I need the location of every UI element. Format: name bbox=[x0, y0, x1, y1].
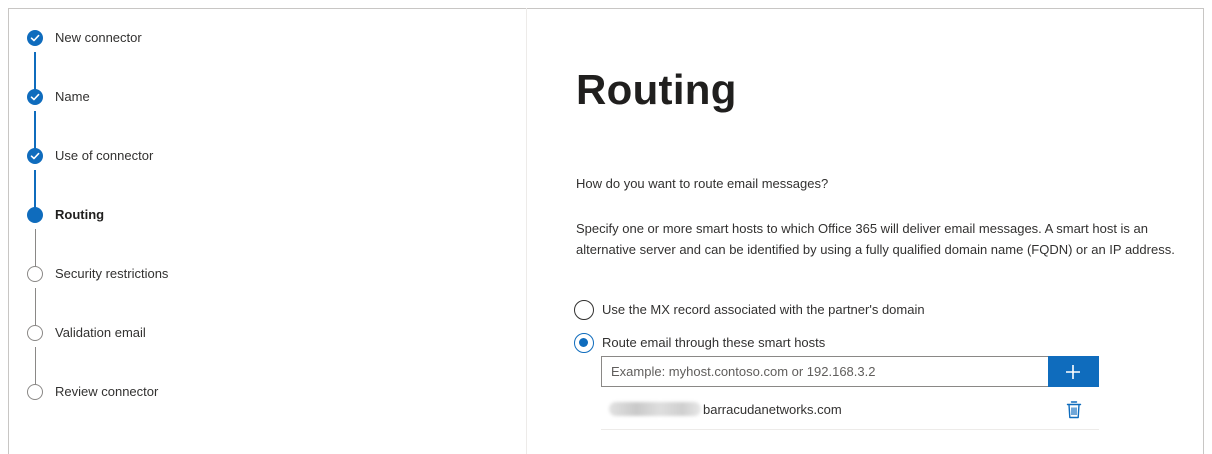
step-connector bbox=[35, 347, 36, 387]
redacted-host-prefix bbox=[609, 402, 701, 416]
empty-circle-icon bbox=[27, 384, 43, 400]
step-connector bbox=[34, 111, 36, 151]
step-label: Name bbox=[55, 89, 90, 104]
checkmark-icon bbox=[27, 148, 43, 164]
step-connector bbox=[34, 52, 36, 92]
top-cropped-text bbox=[0, 0, 1212, 8]
step-review-connector[interactable]: Review connector bbox=[8, 383, 508, 403]
empty-circle-icon bbox=[27, 325, 43, 341]
step-label: Review connector bbox=[55, 384, 159, 399]
step-label: Security restrictions bbox=[55, 266, 169, 281]
trash-icon[interactable] bbox=[1065, 400, 1083, 420]
smart-host-value: barracudanetworks.com bbox=[703, 402, 842, 417]
wizard-steps: New connector Name Use of connector Rout… bbox=[8, 8, 527, 454]
step-connector bbox=[35, 229, 36, 269]
checkmark-icon bbox=[27, 30, 43, 46]
step-new-connector[interactable]: New connector bbox=[8, 29, 508, 49]
radio-label: Route email through these smart hosts bbox=[602, 335, 826, 350]
routing-question: How do you want to route email messages? bbox=[576, 176, 829, 191]
step-connector bbox=[34, 170, 36, 210]
step-validation-email[interactable]: Validation email bbox=[8, 324, 508, 344]
checkmark-icon bbox=[27, 89, 43, 105]
radio-label: Use the MX record associated with the pa… bbox=[602, 302, 925, 317]
step-label: Use of connector bbox=[55, 148, 154, 163]
step-routing[interactable]: Routing bbox=[8, 206, 508, 226]
radio-button[interactable] bbox=[574, 300, 594, 320]
routing-panel: Routing How do you want to route email m… bbox=[528, 8, 1204, 454]
radio-button[interactable] bbox=[574, 333, 594, 353]
page-title: Routing bbox=[576, 66, 737, 113]
step-label: Routing bbox=[55, 207, 105, 222]
radio-option-mx-record[interactable]: Use the MX record associated with the pa… bbox=[574, 300, 1174, 320]
step-connector bbox=[35, 288, 36, 328]
radio-option-smart-hosts[interactable]: Route email through these smart hosts bbox=[574, 333, 1174, 353]
step-label: Validation email bbox=[55, 325, 146, 340]
step-name[interactable]: Name bbox=[8, 88, 508, 108]
step-security-restrictions[interactable]: Security restrictions bbox=[8, 265, 508, 285]
smart-host-row: barracudanetworks.com bbox=[601, 396, 1099, 430]
step-label: New connector bbox=[55, 30, 142, 45]
current-step-dot-icon bbox=[27, 207, 43, 223]
step-use-of-connector[interactable]: Use of connector bbox=[8, 147, 508, 167]
smart-host-input[interactable] bbox=[601, 356, 1049, 387]
plus-icon bbox=[1066, 365, 1080, 379]
routing-description: Specify one or more smart hosts to which… bbox=[576, 221, 1175, 257]
add-host-button[interactable] bbox=[1048, 356, 1099, 387]
empty-circle-icon bbox=[27, 266, 43, 282]
